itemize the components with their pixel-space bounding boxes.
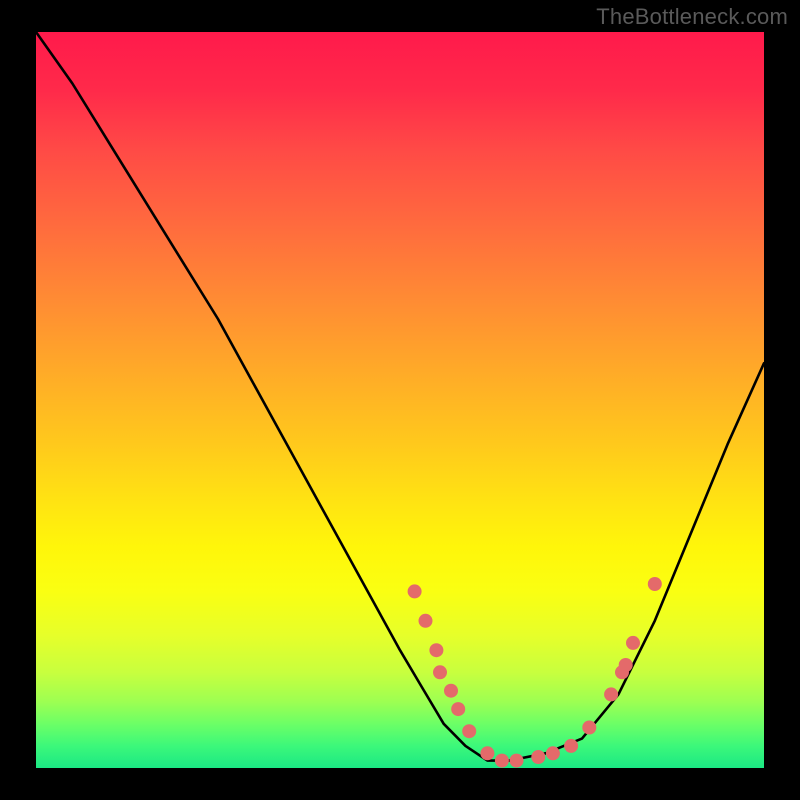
marker-dot bbox=[510, 754, 524, 768]
marker-dot bbox=[433, 665, 447, 679]
marker-dot bbox=[626, 636, 640, 650]
marker-dot bbox=[648, 577, 662, 591]
chart-frame: TheBottleneck.com bbox=[0, 0, 800, 800]
curve-markers bbox=[408, 577, 662, 768]
marker-dot bbox=[531, 750, 545, 764]
curve-svg bbox=[36, 32, 764, 768]
marker-dot bbox=[419, 614, 433, 628]
marker-dot bbox=[619, 658, 633, 672]
marker-dot bbox=[564, 739, 578, 753]
watermark-text: TheBottleneck.com bbox=[596, 4, 788, 30]
marker-dot bbox=[604, 687, 618, 701]
marker-dot bbox=[462, 724, 476, 738]
marker-dot bbox=[408, 584, 422, 598]
marker-dot bbox=[451, 702, 465, 716]
plot-area bbox=[36, 32, 764, 768]
marker-dot bbox=[546, 746, 560, 760]
marker-dot bbox=[429, 643, 443, 657]
bottleneck-curve bbox=[36, 32, 764, 761]
marker-dot bbox=[480, 746, 494, 760]
marker-dot bbox=[444, 684, 458, 698]
marker-dot bbox=[582, 721, 596, 735]
marker-dot bbox=[495, 754, 509, 768]
